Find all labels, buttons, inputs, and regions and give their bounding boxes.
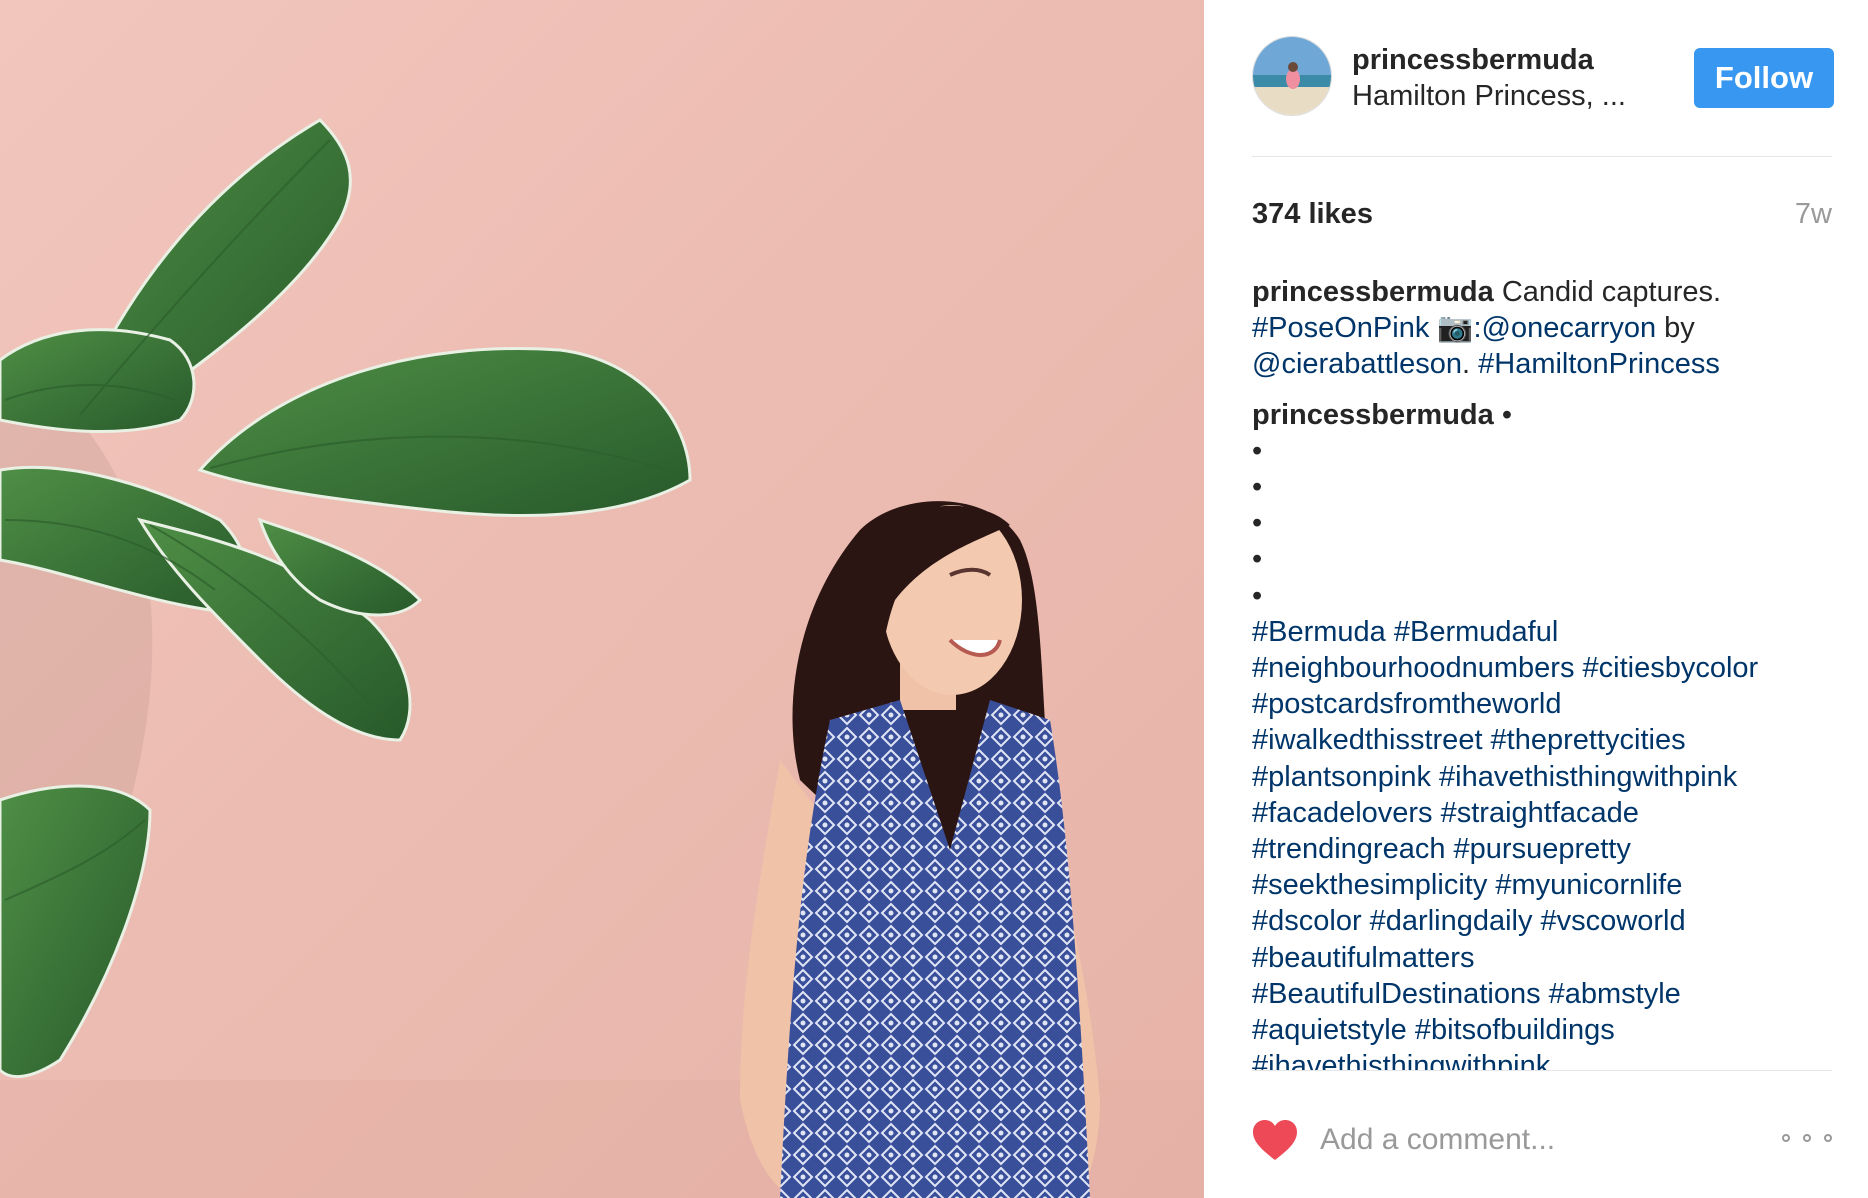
location-link[interactable]: Hamilton Princess, ... xyxy=(1352,80,1626,113)
bullet: • xyxy=(1252,543,1263,576)
hashtag-line[interactable]: #dscolor #darlingdaily #vscoworld xyxy=(1252,903,1842,939)
post-photo[interactable] xyxy=(0,0,1204,1198)
hashtag-line[interactable]: #aquietstyle #bitsofbuildings xyxy=(1252,1012,1842,1048)
mention-link[interactable]: :@onecarryon xyxy=(1474,312,1657,344)
hashtag-comment: princessbermuda • • • • • • #Bermuda #Be… xyxy=(1252,397,1842,1070)
hashtag-line[interactable]: #plantsonpink #ihavethisthingwithpink xyxy=(1252,759,1842,795)
photo-illustration xyxy=(0,118,1204,1198)
follow-button[interactable]: Follow xyxy=(1694,48,1834,108)
camera-emoji-icon: 📷 xyxy=(1437,312,1474,345)
likes-count[interactable]: 374 likes xyxy=(1252,198,1373,231)
hashtag-line[interactable]: #Bermuda #Bermudaful xyxy=(1252,614,1842,650)
comment-author[interactable]: princessbermuda xyxy=(1252,399,1494,431)
hashtag-line[interactable]: #neighbourhoodnumbers #citiesbycolor xyxy=(1252,650,1842,686)
hashtag-line[interactable]: #ihavethisthingwithpink xyxy=(1252,1048,1842,1070)
heart-icon[interactable] xyxy=(1252,1119,1298,1161)
add-comment-input[interactable] xyxy=(1320,1117,1740,1163)
post-sidebar: princessbermuda Hamilton Princess, ... F… xyxy=(1204,0,1868,1198)
hashtag-line[interactable]: #iwalkedthisstreet #theprettycities xyxy=(1252,722,1842,758)
comment-bar xyxy=(1252,1070,1832,1198)
caption-text: . xyxy=(1462,348,1479,381)
hashtag-line[interactable]: #trendingreach #pursuepretty xyxy=(1252,831,1842,867)
bullet: • xyxy=(1252,579,1263,612)
more-options-icon[interactable] xyxy=(1782,1123,1832,1153)
hashtag-link[interactable]: #HamiltonPrincess xyxy=(1478,348,1720,380)
hashtag-link[interactable]: #PoseOnPink xyxy=(1252,312,1429,344)
post-stats: 374 likes 7w xyxy=(1252,196,1832,236)
dot xyxy=(1782,1134,1790,1142)
hashtag-line[interactable]: #beautifulmatters xyxy=(1252,940,1842,976)
bullet: • xyxy=(1252,507,1263,540)
instagram-post: princessbermuda Hamilton Princess, ... F… xyxy=(0,0,1868,1198)
caption-text: by xyxy=(1656,312,1695,345)
post-age[interactable]: 7w xyxy=(1795,198,1832,231)
dot xyxy=(1824,1134,1832,1142)
bullet: • xyxy=(1252,471,1263,504)
hashtag-line[interactable]: #facadelovers #straightfacade xyxy=(1252,795,1842,831)
dot xyxy=(1803,1134,1811,1142)
caption-text: Candid captures. xyxy=(1493,276,1722,308)
caption-author[interactable]: princessbermuda xyxy=(1252,276,1494,308)
hashtag-line[interactable]: #BeautifulDestinations #abmstyle xyxy=(1252,976,1842,1012)
bullet: • xyxy=(1493,398,1512,431)
comments-list[interactable]: princessbermuda Candid captures. #PoseOn… xyxy=(1252,274,1842,1070)
bullet: • xyxy=(1252,434,1263,467)
avatar[interactable] xyxy=(1252,36,1332,116)
username-link[interactable]: princessbermuda xyxy=(1352,44,1594,77)
mention-link[interactable]: @cierabattleson xyxy=(1252,348,1462,380)
hashtag-line[interactable]: #seekthesimplicity #myunicornlife xyxy=(1252,867,1842,903)
post-header: princessbermuda Hamilton Princess, ... F… xyxy=(1252,36,1834,157)
caption-comment: princessbermuda Candid captures. #PoseOn… xyxy=(1252,274,1842,383)
hashtag-line[interactable]: #postcardsfromtheworld xyxy=(1252,686,1842,722)
avatar-image xyxy=(1253,37,1331,115)
